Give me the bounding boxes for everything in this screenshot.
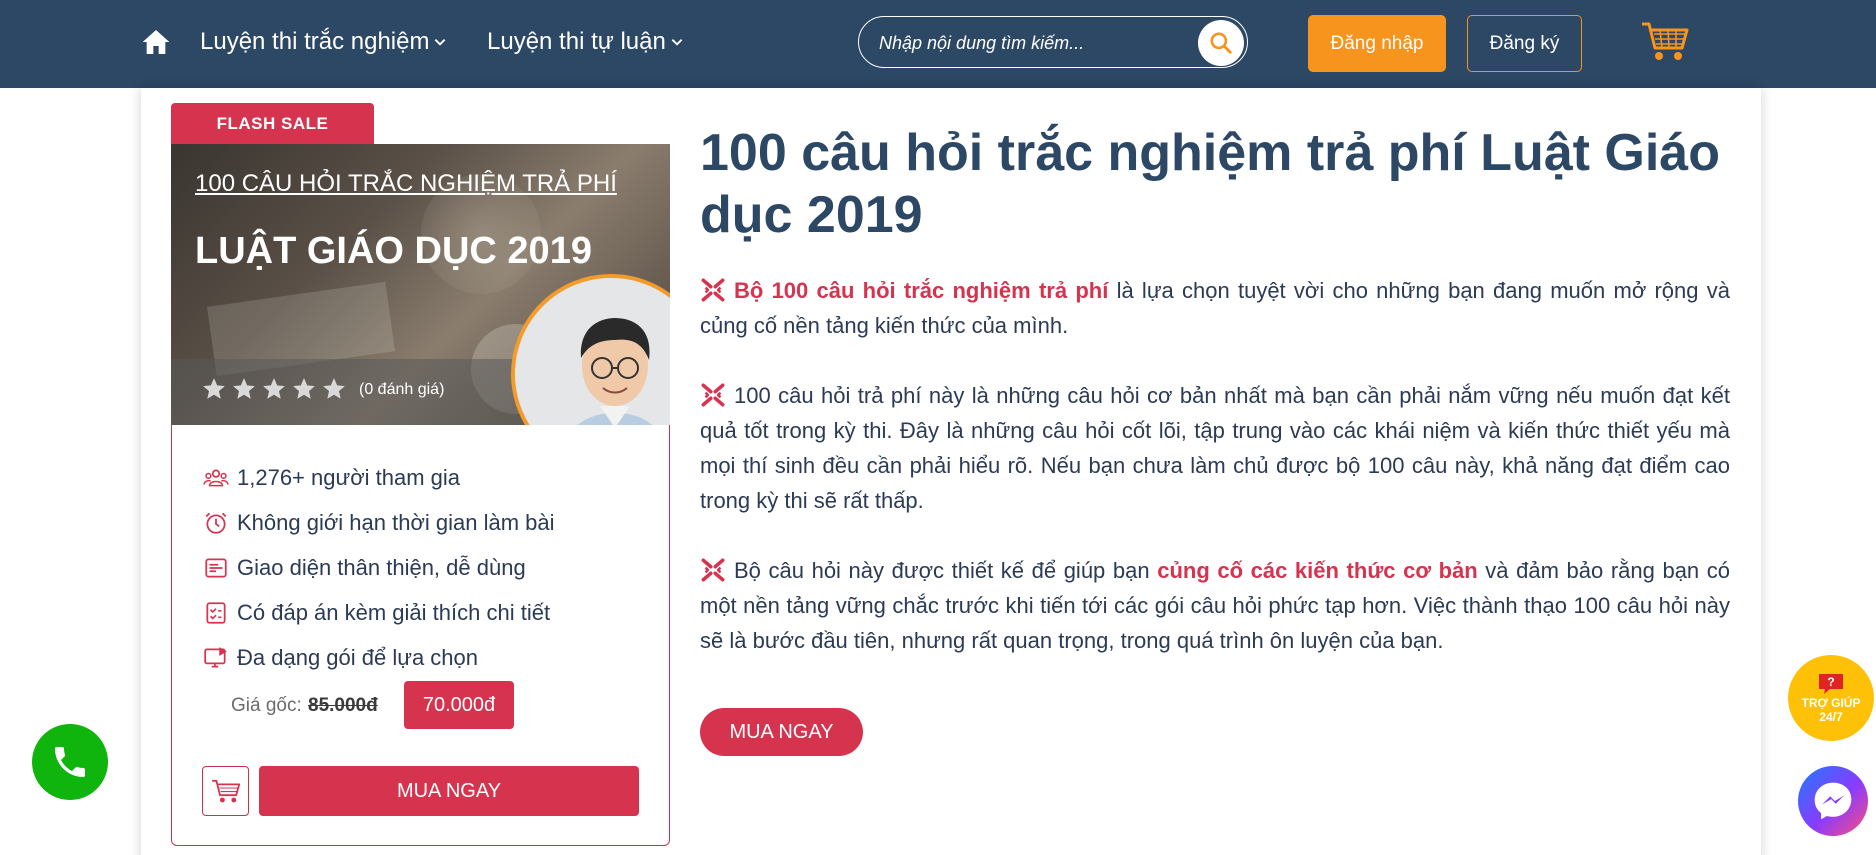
description-paragraph-3: Bộ câu hỏi này được thiết kế để giúp bạn…: [700, 553, 1730, 658]
chevron-down-icon: [435, 39, 446, 46]
course-banner[interactable]: 100 CÂU HỎI TRẮC NGHIỆM TRẢ PHÍ LUẬT GIÁ…: [171, 144, 670, 425]
star-icon: [323, 378, 345, 399]
banner-title: LUẬT GIÁO DỤC 2019: [195, 230, 592, 272]
nav-multiple-choice-label: Luyện thi trắc nghiệm: [200, 28, 430, 55]
add-to-cart-button[interactable]: [202, 766, 249, 816]
feature-label: Không giới hạn thời gian làm bài: [237, 509, 555, 535]
original-price-label: Giá gốc:: [231, 695, 302, 716]
original-price: 85.000đ: [308, 695, 378, 716]
users-icon: [203, 469, 229, 486]
anger-symbol-icon: [701, 383, 725, 407]
paragraph-highlight: củng cố các kiến thức cơ bản: [1157, 558, 1478, 583]
anger-symbol-icon: [701, 278, 725, 302]
call-button[interactable]: [32, 724, 108, 800]
star-icon: [203, 378, 225, 399]
interface-icon: [205, 557, 227, 578]
feature-label: Đa dạng gói để lựa chọn: [237, 644, 479, 670]
login-button[interactable]: Đăng nhập: [1308, 15, 1446, 72]
feature-item: 1,276+ người tham gia: [203, 455, 555, 500]
person-photo-icon: [515, 278, 670, 425]
feature-label: Giao diện thân thiện, dễ dùng: [237, 554, 526, 580]
home-icon[interactable]: [140, 26, 172, 58]
feature-item: Đa dạng gói để lựa chọn: [203, 635, 555, 680]
paragraph-highlight: Bộ 100 câu hỏi trắc nghiệm trả phí: [734, 278, 1109, 303]
search-input[interactable]: [879, 29, 1179, 57]
feature-item: Không giới hạn thời gian làm bài: [203, 500, 555, 545]
flash-sale-badge: FLASH SALE: [171, 103, 374, 144]
instructor-avatar: [511, 274, 670, 425]
messenger-icon: [1814, 782, 1852, 820]
search-box: [858, 16, 1248, 68]
search-button[interactable]: [1198, 20, 1244, 66]
course-title: 100 câu hỏi trắc nghiệm trả phí Luật Giá…: [700, 124, 1720, 244]
card-buy-now-button[interactable]: MUA NGAY: [259, 766, 639, 816]
register-button[interactable]: Đăng ký: [1467, 15, 1582, 72]
cart-icon[interactable]: [1640, 18, 1690, 64]
nav-essay[interactable]: Luyện thi tự luận: [487, 28, 684, 56]
banner-subtitle: 100 CÂU HỎI TRẮC NGHIỆM TRẢ PHÍ: [195, 170, 617, 197]
help-button[interactable]: ? TRỢ GIÚP 24/7: [1788, 655, 1874, 741]
chevron-down-icon: [671, 39, 683, 46]
feature-label: Có đáp án kèm giải thích chi tiết: [237, 599, 551, 625]
checklist-icon: [206, 601, 226, 624]
feature-item: Giao diện thân thiện, dễ dùng: [203, 545, 555, 590]
rating-count: (0 đánh giá): [359, 381, 445, 398]
paragraph-text: Bộ câu hỏi này được thiết kế để giúp bạn: [734, 558, 1158, 583]
video-monitor-icon: [204, 646, 227, 668]
anger-symbol-icon: [701, 558, 725, 582]
star-icon: [293, 378, 315, 399]
svg-text:?: ?: [1827, 675, 1834, 689]
feature-label: 1,276+ người tham gia: [237, 464, 461, 490]
sale-price: 70.000đ: [404, 681, 514, 729]
cart-icon: [211, 779, 240, 803]
star-icon: [263, 378, 285, 399]
top-navbar: Luyện thi trắc nghiệm Luyện thi tự luận …: [0, 0, 1876, 88]
buy-now-button[interactable]: MUA NGAY: [700, 708, 863, 756]
alarm-clock-icon: [205, 512, 227, 534]
star-icon: [233, 378, 255, 399]
help-chat-icon: ?: [1819, 674, 1843, 694]
paragraph-text: 100 câu hỏi trả phí này là những câu hỏi…: [700, 383, 1730, 513]
description-paragraph-1: Bộ 100 câu hỏi trắc nghiệm trả phí là lự…: [700, 273, 1730, 343]
messenger-button[interactable]: [1798, 766, 1868, 836]
nav-essay-label: Luyện thi tự luận: [487, 28, 666, 55]
feature-list: 1,276+ người tham gia Không giới hạn thờ…: [203, 455, 555, 680]
nav-multiple-choice[interactable]: Luyện thi trắc nghiệm: [200, 28, 447, 56]
phone-icon: [55, 747, 85, 777]
feature-item: Có đáp án kèm giải thích chi tiết: [203, 590, 555, 635]
description-paragraph-2: 100 câu hỏi trả phí này là những câu hỏi…: [700, 378, 1730, 518]
rating-stars[interactable]: [201, 376, 347, 402]
search-icon: [1210, 32, 1232, 54]
help-label: TRỢ GIÚP 24/7: [1801, 696, 1861, 724]
